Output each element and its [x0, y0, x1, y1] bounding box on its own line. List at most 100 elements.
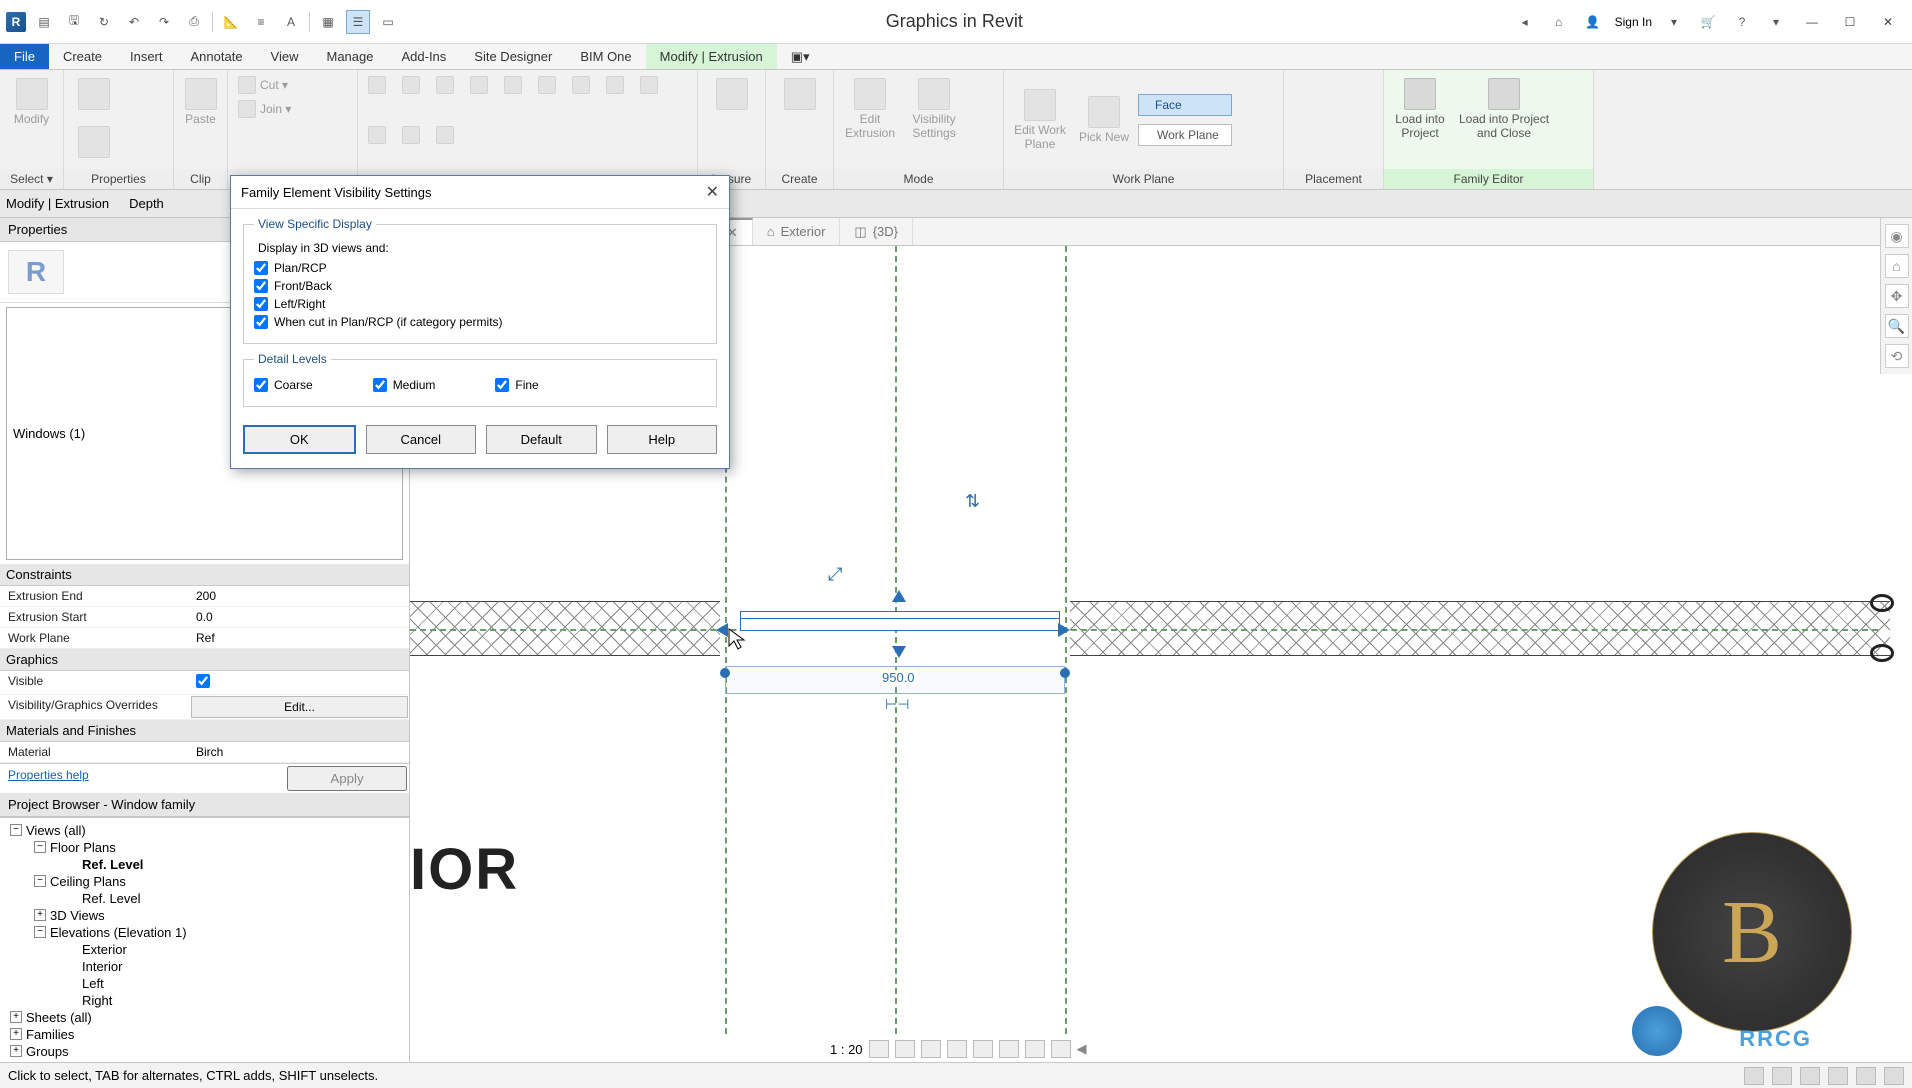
infocenter-keytip-icon[interactable]: ◂	[1513, 10, 1537, 34]
tab-3d[interactable]: ◫{3D}	[840, 218, 913, 245]
nav-wheel-icon[interactable]: ◉	[1885, 224, 1909, 248]
paste-button[interactable]: Paste	[180, 74, 221, 130]
user-icon[interactable]: 👤	[1581, 10, 1605, 34]
tab-view[interactable]: View	[257, 44, 313, 69]
signin-dropdown-icon[interactable]: ▾	[1662, 10, 1686, 34]
qa-align-icon[interactable]: ≡	[249, 10, 273, 34]
view-scale[interactable]: 1 : 20	[830, 1042, 863, 1057]
window-extrusion[interactable]	[740, 611, 1060, 631]
tab-create[interactable]: Create	[49, 44, 116, 69]
move-tool[interactable]	[364, 74, 390, 96]
prop-visible-value[interactable]	[190, 671, 409, 694]
chk-when-cut[interactable]	[254, 315, 268, 329]
minimize-button[interactable]: —	[1798, 10, 1826, 34]
tree-item[interactable]: Right	[4, 992, 405, 1009]
tab-modify-extrusion[interactable]: Modify | Extrusion	[646, 44, 777, 69]
expand-toggle[interactable]: −	[34, 926, 46, 938]
tab-site-designer[interactable]: Site Designer	[460, 44, 566, 69]
tree-item[interactable]: +Families	[4, 1026, 405, 1043]
help-dropdown-icon[interactable]: ▾	[1764, 10, 1788, 34]
expand-toggle[interactable]: −	[10, 824, 22, 836]
prop-extrusion-end-value[interactable]: 200	[190, 586, 409, 606]
crop-region-icon[interactable]	[999, 1040, 1019, 1058]
qa-measure-icon[interactable]: 📐	[219, 10, 243, 34]
close-window-button[interactable]: ✕	[1874, 10, 1902, 34]
tab-annotate[interactable]: Annotate	[177, 44, 257, 69]
app-store-icon[interactable]: 🛒	[1696, 10, 1720, 34]
tab-addins[interactable]: Add-Ins	[387, 44, 460, 69]
tree-item[interactable]: −Views (all)	[4, 822, 405, 839]
chk-front-back[interactable]	[254, 279, 268, 293]
hide-isolate-icon[interactable]	[1025, 1040, 1045, 1058]
tree-item[interactable]: −Floor Plans	[4, 839, 405, 856]
select-pinned-icon[interactable]	[1856, 1067, 1876, 1085]
tab-manage[interactable]: Manage	[313, 44, 388, 69]
properties-help-link[interactable]: Properties help	[0, 764, 285, 793]
dimension-toggle-icon[interactable]: ⊢⊣	[885, 696, 909, 713]
create-similar-button[interactable]	[772, 74, 827, 114]
offset-tool[interactable]	[534, 74, 560, 96]
dialog-close-button[interactable]: ✕	[706, 182, 719, 202]
tree-item[interactable]: Left	[4, 975, 405, 992]
dimension-value[interactable]: 950.0	[880, 670, 917, 685]
crop-view-icon[interactable]	[973, 1040, 993, 1058]
prop-workplane-value[interactable]: Ref	[190, 628, 409, 648]
prop-extrusion-start-value[interactable]: 0.0	[190, 607, 409, 627]
reveal-hidden-icon[interactable]	[1051, 1040, 1071, 1058]
filter-icon[interactable]	[1884, 1067, 1904, 1085]
join-geometry-button[interactable]: Join ▾	[234, 98, 295, 120]
tree-item[interactable]: Exterior	[4, 941, 405, 958]
tree-item[interactable]: Ref. Level	[4, 856, 405, 873]
detail-level-icon[interactable]	[869, 1040, 889, 1058]
flip-control[interactable]: ⤢	[828, 564, 842, 585]
prop-material-value[interactable]: Birch	[190, 742, 409, 762]
maximize-button[interactable]: ☐	[1836, 10, 1864, 34]
mirror-tool[interactable]	[466, 74, 492, 96]
drag-handle[interactable]	[892, 646, 906, 658]
sun-path-icon[interactable]	[921, 1040, 941, 1058]
visual-style-icon[interactable]	[895, 1040, 915, 1058]
copy-tool[interactable]	[398, 74, 424, 96]
trim-tool[interactable]	[500, 74, 526, 96]
modify-tool[interactable]: Modify	[6, 74, 57, 130]
tree-item[interactable]: Ref. Level	[4, 890, 405, 907]
ribbon-expand-icon[interactable]: ▣▾	[777, 44, 824, 69]
prop-vg-edit-button[interactable]: Edit...	[191, 696, 408, 718]
type-properties-button[interactable]	[70, 122, 118, 162]
tab-exterior[interactable]: ⌂Exterior	[753, 218, 841, 245]
chk-fine[interactable]	[495, 378, 509, 392]
edit-workplane-button[interactable]: Edit Work Plane	[1010, 85, 1070, 155]
tree-item[interactable]: +3D Views	[4, 907, 405, 924]
dim-witness-grip[interactable]	[1060, 668, 1070, 678]
nav-home-icon[interactable]: ⌂	[1885, 254, 1909, 278]
delete-tool[interactable]	[432, 124, 458, 146]
dialog-cancel-button[interactable]: Cancel	[366, 425, 477, 454]
expand-toggle[interactable]: −	[34, 875, 46, 887]
array-tool[interactable]	[568, 74, 594, 96]
dialog-default-button[interactable]: Default	[486, 425, 597, 454]
qa-undo-icon[interactable]: ↶	[122, 10, 146, 34]
qa-save-icon[interactable]: 🖫	[62, 10, 86, 34]
ref-plane[interactable]	[1065, 246, 1067, 1034]
expand-toggle[interactable]: +	[10, 1011, 22, 1023]
ref-plane-horizontal[interactable]	[410, 629, 1878, 631]
expand-toggle[interactable]: +	[34, 909, 46, 921]
tree-item[interactable]: +Sheets (all)	[4, 1009, 405, 1026]
qa-sync-icon[interactable]: ↻	[92, 10, 116, 34]
qa-redo-icon[interactable]: ↷	[152, 10, 176, 34]
lock-icon[interactable]	[1870, 644, 1894, 662]
drag-handle[interactable]	[716, 623, 728, 637]
chk-coarse[interactable]	[254, 378, 268, 392]
split-tool[interactable]	[398, 124, 424, 146]
worksets-icon[interactable]	[1744, 1067, 1764, 1085]
load-close-button[interactable]: Load into Project and Close	[1454, 74, 1554, 144]
qa-text-icon[interactable]: A	[279, 10, 303, 34]
select-links-icon[interactable]	[1828, 1067, 1848, 1085]
tree-item[interactable]: −Elevations (Elevation 1)	[4, 924, 405, 941]
help-icon[interactable]: ?	[1730, 10, 1754, 34]
pick-new-button[interactable]: Pick New	[1074, 92, 1134, 148]
prop-visible-checkbox[interactable]	[196, 674, 210, 688]
placement-workplane-button[interactable]: Work Plane	[1138, 124, 1232, 146]
align-tool[interactable]	[364, 124, 390, 146]
dialog-help-button[interactable]: Help	[607, 425, 718, 454]
